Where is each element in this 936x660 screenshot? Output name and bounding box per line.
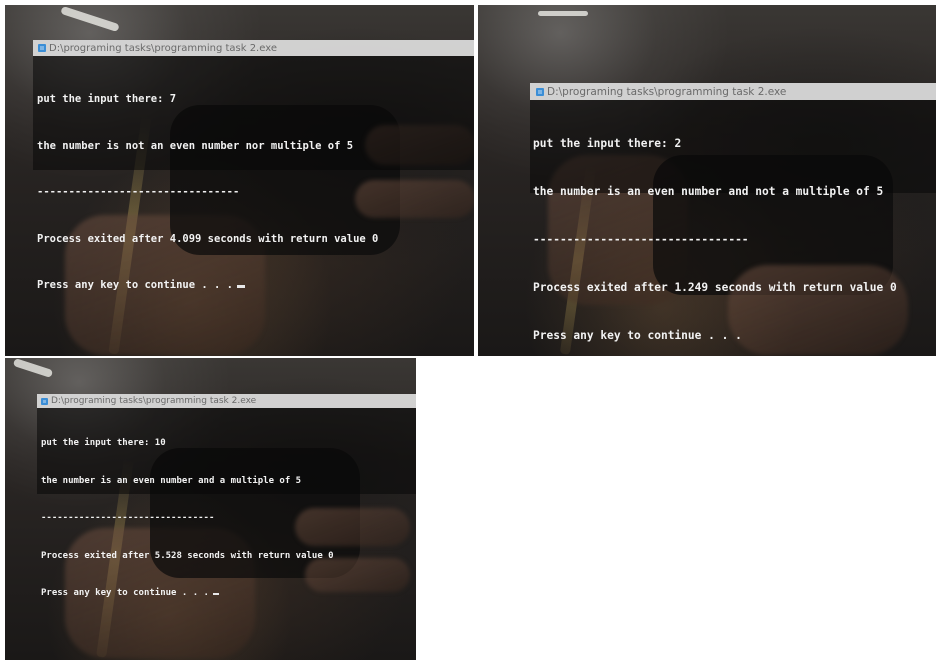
console-app-icon: [536, 87, 544, 96]
console-line: the number is an even number and a multi…: [41, 475, 302, 486]
console-separator: --------------------------------: [533, 233, 749, 246]
console-output: put the input there: 10 the number is an…: [37, 412, 416, 625]
console-line: the number is not an even number nor mul…: [37, 139, 354, 152]
console-line: Process exited after 4.099 seconds with …: [37, 232, 379, 245]
console-line: the number is an even number and not a m…: [533, 185, 884, 198]
console-app-icon: [41, 397, 48, 405]
screen-glare: [60, 5, 120, 33]
console-window: D:\programing tasks\programming task 2.e…: [33, 40, 474, 291]
text-cursor: [236, 285, 245, 288]
window-titlebar[interactable]: D:\programing tasks\programming task 2.e…: [37, 394, 416, 408]
console-output: put the input there: 2 the number is an …: [530, 104, 936, 356]
photo-panel-1: D:\programing tasks\programming task 2.e…: [5, 5, 474, 356]
console-prompt-line: Press any key to continue . . .: [41, 587, 416, 600]
text-cursor: [212, 593, 219, 595]
console-line: Press any key to continue . . .: [41, 588, 209, 598]
window-title: D:\programing tasks\programming task 2.e…: [49, 42, 277, 54]
window-title: D:\programing tasks\programming task 2.e…: [51, 396, 257, 406]
console-separator: --------------------------------: [37, 186, 240, 198]
console-window: D:\programing tasks\programming task 2.e…: [530, 83, 936, 342]
console-line: Press any key to continue . . .: [37, 279, 233, 291]
window-titlebar[interactable]: D:\programing tasks\programming task 2.e…: [530, 83, 936, 100]
console-line: put the input there: 10: [41, 438, 166, 448]
window-title: D:\programing tasks\programming task 2.e…: [547, 85, 787, 98]
console-separator: --------------------------------: [41, 513, 215, 523]
screen-glare: [538, 11, 588, 16]
console-window: D:\programing tasks\programming task 2.e…: [37, 394, 416, 598]
console-output: put the input there: 7 the number is not…: [33, 61, 474, 325]
photo-panel-2: D:\programing tasks\programming task 2.e…: [478, 5, 936, 356]
console-prompt-line: Press any key to continue . . .: [37, 278, 474, 294]
window-titlebar[interactable]: D:\programing tasks\programming task 2.e…: [33, 40, 474, 56]
console-line: Process exited after 5.528 seconds with …: [41, 550, 334, 561]
console-line: put the input there: 7: [37, 93, 177, 105]
console-app-icon: [38, 44, 46, 52]
console-line: Process exited after 1.249 seconds with …: [533, 281, 897, 294]
screen-glare: [12, 358, 54, 378]
photo-panel-3: D:\programing tasks\programming task 2.e…: [5, 358, 416, 660]
console-line: Press any key to continue . . .: [533, 329, 742, 342]
console-line: put the input there: 2: [533, 137, 682, 150]
